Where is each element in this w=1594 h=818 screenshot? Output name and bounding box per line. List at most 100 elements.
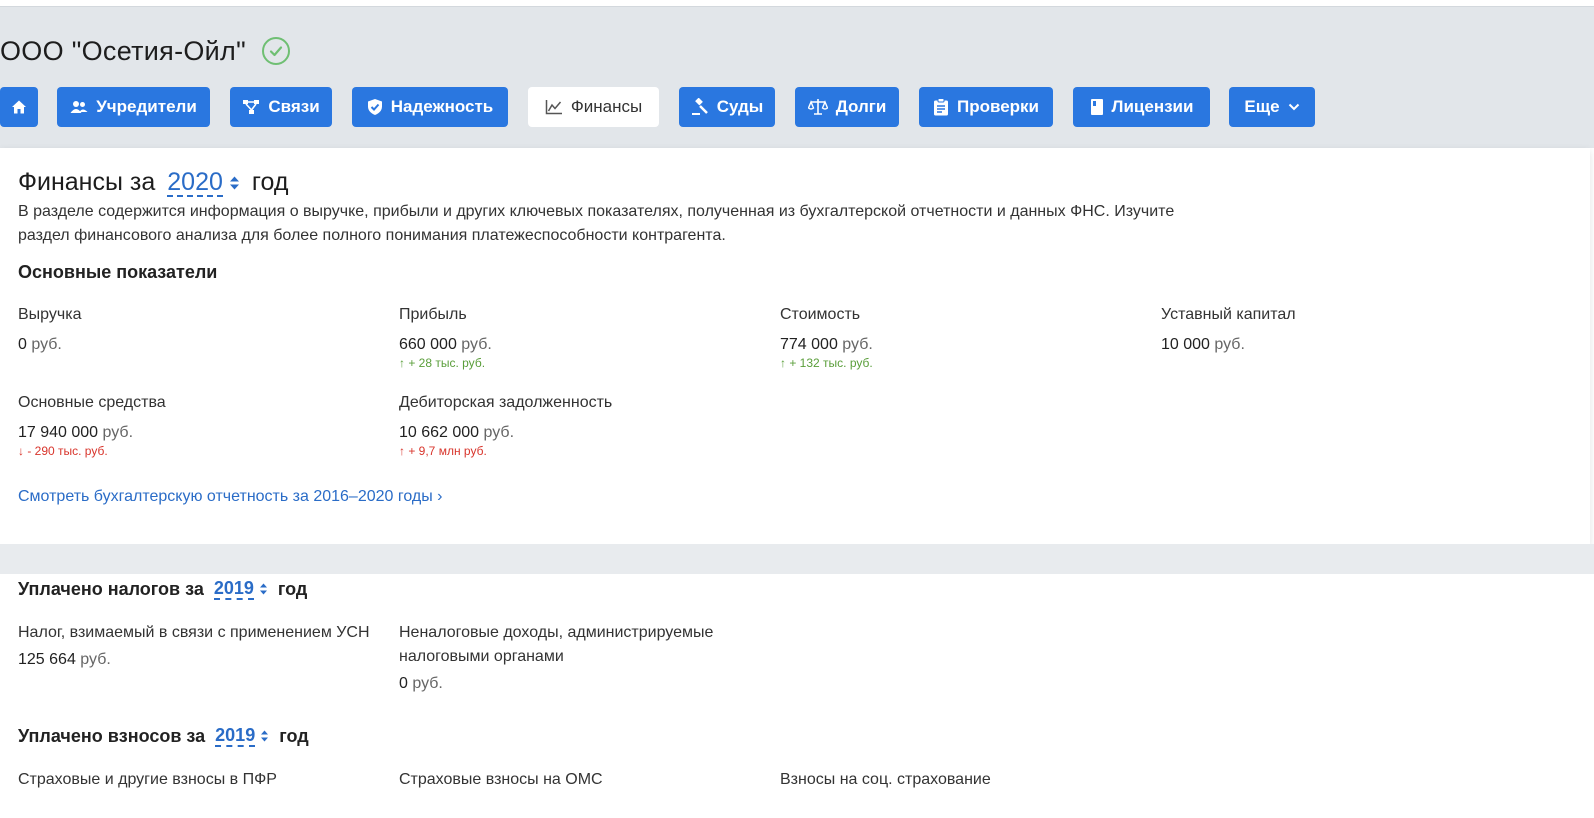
contribution-label: Страховые взносы на ОМС (399, 771, 603, 788)
year-sort-icon[interactable] (229, 175, 240, 191)
year-sort-icon[interactable] (259, 582, 268, 596)
metric-profit: Прибыль 660 000 руб. ↑ + 28 тыс. руб. (399, 306, 492, 370)
section-divider (0, 544, 1594, 574)
finance-year-select[interactable]: 2020 (167, 169, 223, 197)
tax-value: 0 руб. (399, 675, 759, 693)
contributions-title-prefix: Уплачено взносов за (18, 725, 206, 746)
tax-item-nontax: Неналоговые доходы, администрируемые нал… (399, 621, 759, 693)
tax-label: Налог, взимаемый в связи с применением У… (18, 624, 370, 641)
tax-label: Неналоговые доходы, администрируемые нал… (399, 624, 714, 665)
tab-founders-label: Учредители (96, 97, 197, 116)
metric-number: 0 (18, 336, 27, 353)
taxes-title-prefix: Уплачено налогов за (18, 578, 204, 599)
finance-title: Финансы за 2020 год (18, 168, 288, 197)
tax-number: 125 664 (18, 651, 76, 668)
metric-delta: ↑ + 132 тыс. руб. (780, 356, 873, 370)
taxes-title-suffix: год (277, 578, 308, 599)
metric-value: 774 000 руб. (780, 336, 873, 354)
contribution-label: Страховые и другие взносы в ПФР (18, 771, 277, 788)
metric-receivables: Дебиторская задолженность 10 662 000 руб… (399, 394, 612, 458)
contributions-heading: Уплачено взносов за 2019 год (18, 725, 309, 747)
metric-number: 10 000 (1161, 336, 1210, 353)
year-sort-icon[interactable] (260, 729, 269, 743)
chevron-down-icon (1288, 103, 1299, 111)
contributions-year-select[interactable]: 2019 (215, 725, 256, 747)
tax-number: 0 (399, 675, 408, 692)
metric-charter-capital: Уставный капитал 10 000 руб. (1161, 306, 1296, 354)
license-icon (1090, 99, 1103, 115)
metric-delta: ↑ + 9,7 млн руб. (399, 444, 487, 458)
finance-description: В разделе содержится информация о выручк… (18, 203, 1175, 244)
tab-licenses-label: Лицензии (1111, 97, 1194, 116)
metric-label: Стоимость (780, 306, 861, 323)
tab-licenses[interactable]: Лицензии (1073, 87, 1210, 127)
tab-debts[interactable]: Долги (795, 87, 899, 127)
taxes-year-select[interactable]: 2019 (213, 578, 254, 600)
tab-connections-label: Связи (268, 97, 320, 116)
metric-fixed-assets: Основные средства 17 940 000 руб. ↓ - 29… (18, 394, 166, 458)
contribution-label: Взносы на соц. страхование (780, 771, 991, 788)
finance-title-prefix: Финансы за (18, 168, 156, 196)
metric-number: 17 940 000 (18, 424, 99, 441)
metric-unit: руб. (483, 424, 515, 441)
tax-unit: руб. (412, 675, 443, 692)
connections-icon (243, 100, 260, 114)
metric-label: Выручка (18, 306, 82, 323)
verified-check-icon (262, 37, 290, 65)
company-title-row: ООО "Осетия-Ойл" (0, 29, 290, 73)
metric-label: Дебиторская задолженность (399, 394, 613, 411)
finance-card: Финансы за 2020 год В разделе содержится… (0, 148, 1590, 544)
company-name: ООО "Осетия-Ойл" (0, 35, 246, 66)
tab-debts-label: Долги (835, 97, 887, 116)
finance-title-suffix: год (251, 168, 289, 196)
metric-unit: руб. (31, 336, 62, 353)
metric-value: 10 662 000 руб. (399, 424, 612, 442)
metric-label: Прибыль (399, 306, 467, 323)
scales-icon (807, 99, 828, 115)
contribution-item-social: Взносы на соц. страхование (780, 768, 1140, 792)
tab-connections[interactable]: Связи (230, 87, 332, 127)
tab-courts[interactable]: Суды (679, 87, 775, 127)
home-icon (12, 100, 26, 114)
metric-unit: руб. (102, 424, 134, 441)
taxes-heading: Уплачено налогов за 2019 год (18, 578, 307, 600)
shield-icon (367, 99, 382, 115)
tab-reliability-label: Надежность (390, 97, 494, 116)
users-icon (70, 101, 88, 113)
tab-reliability[interactable]: Надежность (352, 87, 508, 127)
metric-unit: руб. (1214, 336, 1245, 353)
tab-more-label: Еще (1244, 97, 1280, 116)
tab-inspections[interactable]: Проверки (919, 87, 1053, 127)
metric-value: 17 940 000 руб. (18, 424, 166, 442)
contributions-title-suffix: год (279, 725, 309, 746)
clipboard-icon (933, 98, 948, 116)
main-indicators-heading: Основные показатели (18, 262, 218, 282)
metric-delta: ↑ + 28 тыс. руб. (399, 356, 486, 370)
contribution-item-oms: Страховые взносы на ОМС (399, 768, 759, 792)
metric-number: 660 000 (399, 336, 457, 353)
tab-home[interactable] (0, 87, 38, 127)
metric-revenue: Выручка 0 руб. (18, 306, 81, 354)
metric-number: 774 000 (780, 336, 838, 353)
tax-unit: руб. (80, 651, 111, 668)
tab-finance[interactable]: Финансы (528, 87, 659, 127)
metric-number: 10 662 000 (399, 424, 480, 441)
company-header: ООО "Осетия-Ойл" Учредители Связи Надежн… (0, 6, 1594, 148)
metric-unit: руб. (461, 336, 492, 353)
tax-item-usn: Налог, взимаемый в связи с применением У… (18, 621, 378, 669)
chart-icon (545, 100, 562, 115)
accounting-report-link[interactable]: Смотреть бухгалтерскую отчетность за 201… (18, 488, 443, 506)
metric-label: Основные средства (18, 394, 166, 411)
metric-value: 10 000 руб. (1161, 336, 1296, 354)
tab-courts-label: Суды (716, 97, 764, 116)
metric-unit: руб. (842, 336, 873, 353)
contribution-item-pfr: Страховые и другие взносы в ПФР (18, 768, 378, 792)
metric-label: Уставный капитал (1161, 306, 1296, 323)
tab-inspections-label: Проверки (956, 97, 1039, 116)
metric-delta: ↓ - 290 тыс. руб. (18, 444, 108, 458)
tax-value: 125 664 руб. (18, 651, 378, 669)
metric-value: 0 руб. (18, 336, 81, 354)
tab-more[interactable]: Еще (1229, 87, 1315, 127)
tab-founders[interactable]: Учредители (57, 87, 210, 127)
gavel-icon (691, 98, 708, 115)
